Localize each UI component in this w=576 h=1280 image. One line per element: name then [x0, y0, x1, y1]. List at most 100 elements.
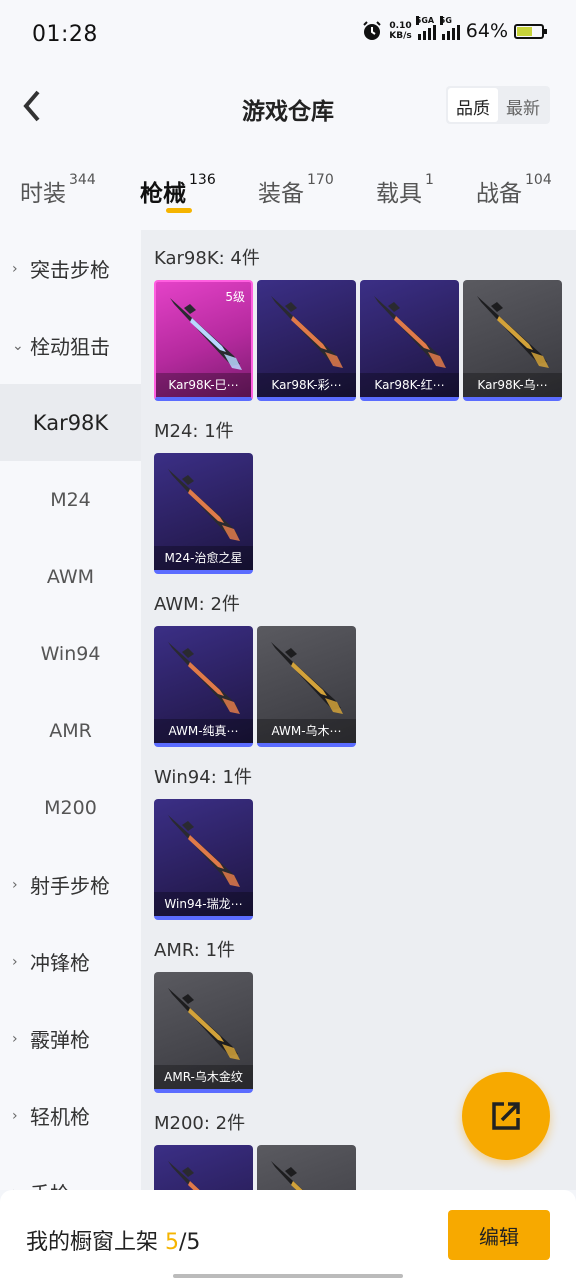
tab-count: 344 — [69, 172, 96, 188]
header: 游戏仓库 品质 最新 — [0, 66, 576, 148]
tab-guns[interactable]: 枪械136 — [140, 172, 216, 208]
sidebar-item-label: 轻机枪 — [30, 1105, 90, 1129]
active-tab-indicator — [166, 208, 192, 213]
chevron-right-icon: › — [12, 260, 18, 277]
card-label: Kar98K-红⋯ — [360, 373, 459, 397]
tab-label: 时装 — [20, 181, 66, 207]
card-label: AWM-乌木⋯ — [257, 719, 356, 743]
sidebar-item-label: 突击步枪 — [30, 258, 110, 282]
group-title: AMR: 1件 — [154, 940, 236, 961]
rifle-icon — [168, 469, 240, 541]
signal-label-2: 5G — [439, 16, 452, 25]
weapon-type-sidebar: › 突击步枪 ⌄ 栓动狙击 Kar98K M24 AWM Win94 AMR M200 › 射手步枪 ›… — [0, 230, 141, 1190]
sidebar-item-awm[interactable]: AWM — [0, 538, 141, 615]
sidebar-item-栓动狙击[interactable]: ⌄ 栓动狙击 — [0, 307, 141, 384]
sidebar-item-amr[interactable]: AMR — [0, 692, 141, 769]
sort-toggle: 品质 最新 — [446, 86, 550, 124]
signal-label-1: 5GA — [415, 16, 435, 25]
weapon-skin-card[interactable]: Win94-瑞龙⋯ — [154, 799, 253, 920]
sidebar-item-label: M24 — [50, 488, 91, 511]
sort-quality-button[interactable]: 品质 — [448, 88, 498, 122]
sidebar-item-label: Kar98K — [32, 410, 109, 435]
chevron-right-icon: › — [12, 1030, 18, 1047]
card-label: Kar98K-彩⋯ — [257, 373, 356, 397]
sidebar-item-label: Win94 — [40, 642, 101, 665]
signal-5g-icon: 5G — [439, 16, 460, 40]
showcase-prefix: 我的橱窗上架 — [26, 1230, 159, 1255]
home-indicator — [173, 1274, 403, 1278]
sidebar-item-win94[interactable]: Win94 — [0, 615, 141, 692]
weapon-skin-card[interactable]: 5级 Kar98K-巳⋯ — [154, 280, 253, 401]
group-title: AWM: 2件 — [154, 594, 240, 615]
tab-label: 枪械 — [140, 181, 186, 207]
card-label: M24-治愈之星 — [154, 546, 253, 570]
card-label: AWM-纯真⋯ — [154, 719, 253, 743]
weapon-skin-card[interactable]: M24-治愈之星 — [154, 453, 253, 574]
signal-5ga-icon: 5GA — [415, 16, 436, 40]
tab-count: 1 — [425, 172, 434, 188]
rifle-icon — [374, 296, 446, 368]
rifle-icon — [271, 296, 343, 368]
tab-count: 104 — [525, 172, 552, 188]
sidebar-item-label: 射手步枪 — [30, 874, 110, 898]
showcase-total-count: /5 — [179, 1230, 201, 1255]
showcase-bar: 我的橱窗上架 5/5 编辑 — [0, 1190, 576, 1280]
rifle-icon — [271, 1161, 303, 1190]
weapon-skin-card[interactable] — [154, 1145, 253, 1190]
rifle-icon — [477, 296, 549, 368]
card-label: Kar98K-乌⋯ — [463, 373, 562, 397]
chevron-down-icon: ⌄ — [12, 337, 24, 354]
tab-count: 170 — [307, 172, 334, 188]
sidebar-item-label: AMR — [49, 719, 92, 742]
sidebar-item-轻机枪[interactable]: › 轻机枪 — [0, 1077, 141, 1154]
tab-battle-gear[interactable]: 战备104 — [476, 172, 552, 208]
showcase-status: 我的橱窗上架 5/5 — [26, 1224, 200, 1256]
tab-fashion[interactable]: 时装344 — [20, 172, 96, 208]
status-icons: 0.10 KB/s 5GA 5G 64% — [361, 16, 547, 42]
sort-latest-button[interactable]: 最新 — [498, 88, 548, 122]
weapon-skin-card[interactable]: Kar98K-彩⋯ — [257, 280, 356, 401]
sidebar-item-kar98k[interactable]: Kar98K — [0, 384, 141, 461]
weapon-skin-card[interactable]: Kar98K-红⋯ — [360, 280, 459, 401]
rifle-icon — [168, 642, 240, 714]
weapon-skin-card[interactable]: AWM-纯真⋯ — [154, 626, 253, 747]
tab-equipment[interactable]: 装备170 — [258, 172, 334, 208]
battery-level-fill — [517, 26, 533, 36]
rifle-icon — [168, 815, 240, 887]
tab-label: 载具 — [376, 181, 422, 207]
sidebar-item-m24[interactable]: M24 — [0, 461, 141, 538]
share-button[interactable] — [462, 1072, 550, 1160]
net-speed-value: 0.10 — [389, 21, 412, 31]
group-title: Win94: 1件 — [154, 767, 252, 788]
group-title: M200: 2件 — [154, 1113, 246, 1134]
sidebar-item-m200[interactable]: M200 — [0, 769, 141, 846]
weapon-skin-card[interactable]: Kar98K-乌⋯ — [463, 280, 562, 401]
tab-count: 136 — [189, 172, 216, 188]
sidebar-item-手枪[interactable]: ›手枪 — [0, 1154, 141, 1190]
battery-icon — [514, 23, 547, 39]
sidebar-item-射手步枪[interactable]: › 射手步枪 — [0, 846, 141, 923]
tab-label: 战备 — [476, 181, 522, 207]
weapon-skin-card[interactable]: AWM-乌木⋯ — [257, 626, 356, 747]
edit-button[interactable]: 编辑 — [448, 1210, 550, 1260]
card-level-badge: 5级 — [225, 290, 245, 304]
card-label: Kar98K-巳⋯ — [156, 373, 251, 397]
tab-vehicles[interactable]: 载具1 — [376, 172, 434, 208]
sidebar-item-label: 手枪 — [30, 1178, 70, 1190]
sidebar-item-霰弹枪[interactable]: › 霰弹枪 — [0, 1000, 141, 1077]
rifle-icon — [168, 988, 240, 1060]
tab-label: 装备 — [258, 181, 304, 207]
net-speed: 0.10 KB/s — [389, 21, 411, 41]
category-tabs: 时装344 枪械136 装备170 载具1 战备104 — [0, 148, 576, 230]
sidebar-item-label: 霰弹枪 — [30, 1028, 90, 1052]
weapon-skin-card[interactable]: AMR-乌木金纹 — [154, 972, 253, 1093]
sidebar-item-突击步枪[interactable]: › 突击步枪 — [0, 230, 141, 307]
status-time: 01:28 — [32, 22, 98, 47]
weapon-skin-card[interactable] — [257, 1145, 356, 1190]
sidebar-item-冲锋枪[interactable]: › 冲锋枪 — [0, 923, 141, 1000]
sidebar-item-label: AWM — [46, 565, 95, 588]
group-title: Kar98K: 4件 — [154, 248, 260, 269]
sidebar-item-label: 冲锋枪 — [30, 951, 90, 975]
showcase-current-count: 5 — [165, 1230, 180, 1255]
chevron-right-icon: › — [12, 876, 18, 893]
